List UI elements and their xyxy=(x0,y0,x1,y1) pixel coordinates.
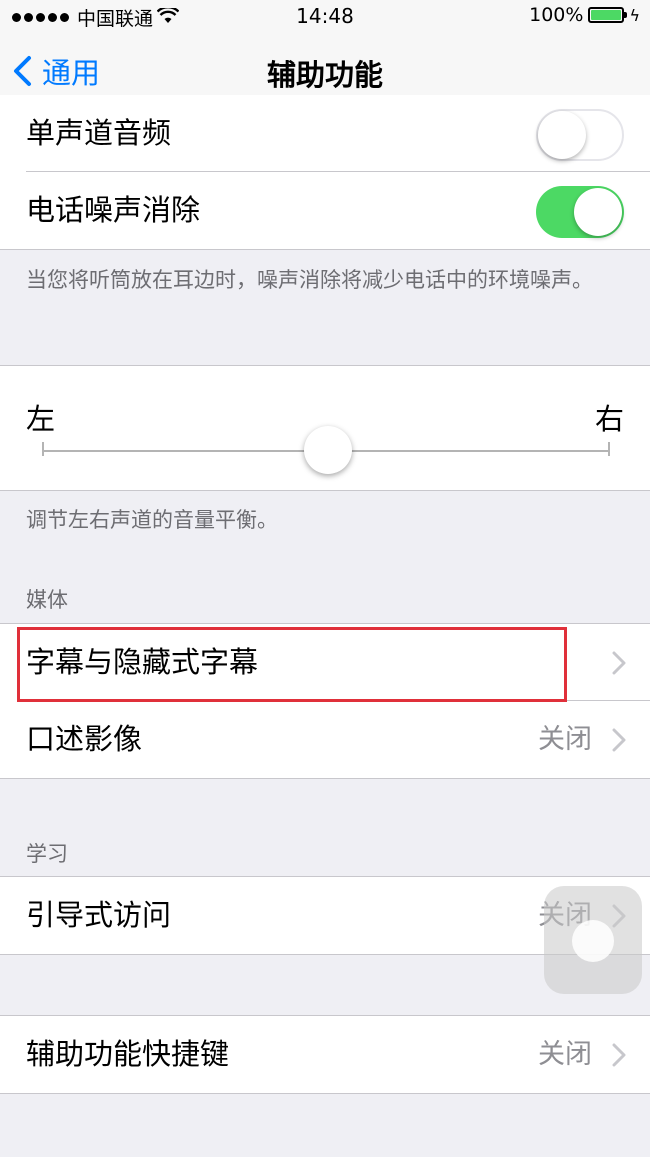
balance-left-label: 左 xyxy=(26,402,56,436)
page-title: 辅助功能 xyxy=(266,58,383,92)
balance-right-label: 右 xyxy=(594,402,624,436)
battery-icon xyxy=(588,7,628,23)
chevron-right-icon xyxy=(612,1043,626,1067)
noise-cancel-toggle[interactable] xyxy=(536,186,624,238)
balance-tick-left xyxy=(42,442,44,456)
guided-access-label: 引导式访问 xyxy=(26,898,172,932)
balance-slider-area: 左 右 xyxy=(0,366,650,490)
status-bar: 中国联通 14:48 100% ϟ xyxy=(0,0,650,32)
charging-icon: ϟ xyxy=(629,5,640,25)
audio-description-label: 口述影像 xyxy=(26,722,143,756)
battery-percent: 100% xyxy=(529,4,584,26)
balance-tick-right xyxy=(608,442,610,456)
balance-slider-thumb[interactable] xyxy=(304,426,352,474)
audio-group: 单声道音频 电话噪声消除 xyxy=(0,95,650,250)
noise-cancel-row: 电话噪声消除 xyxy=(0,172,650,249)
balance-group: 左 右 xyxy=(0,365,650,491)
chevron-right-icon xyxy=(612,651,626,675)
chevron-right-icon xyxy=(612,728,626,752)
learning-header: 学习 xyxy=(26,842,68,866)
status-right: 100% ϟ xyxy=(529,4,640,26)
mono-audio-label: 单声道音频 xyxy=(26,116,172,150)
accessibility-shortcut-value: 关闭 xyxy=(538,1039,592,1070)
balance-footer: 调节左右声道的音量平衡。 xyxy=(26,508,278,532)
shortcut-group: 辅助功能快捷键 关闭 xyxy=(0,1015,650,1094)
accessibility-shortcut-row[interactable]: 辅助功能快捷键 关闭 xyxy=(0,1016,650,1093)
noise-cancel-footer: 当您将听筒放在耳边时，噪声消除将减少电话中的环境噪声。 xyxy=(26,268,593,292)
noise-cancel-label: 电话噪声消除 xyxy=(26,193,201,227)
audio-description-row[interactable]: 口述影像 关闭 xyxy=(0,701,650,778)
subtitles-label: 字幕与隐藏式字幕 xyxy=(26,645,259,679)
audio-description-value: 关闭 xyxy=(538,724,592,755)
mono-audio-toggle[interactable] xyxy=(536,109,624,161)
accessibility-shortcut-label: 辅助功能快捷键 xyxy=(26,1037,230,1071)
mono-audio-row: 单声道音频 xyxy=(0,95,650,172)
assistive-touch-button[interactable] xyxy=(544,886,642,994)
media-header: 媒体 xyxy=(26,588,68,612)
subtitles-row[interactable]: 字幕与隐藏式字幕 xyxy=(0,624,650,701)
media-group: 字幕与隐藏式字幕 口述影像 关闭 xyxy=(0,623,650,779)
